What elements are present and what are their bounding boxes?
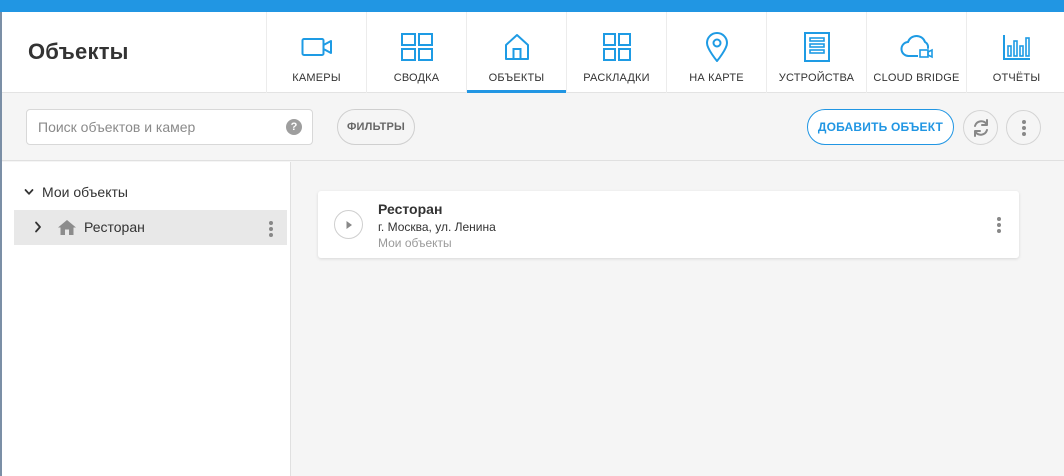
camera-icon xyxy=(300,30,334,64)
nav-summary[interactable]: СВОДКА xyxy=(366,12,466,93)
device-rack-icon xyxy=(800,30,834,64)
cloud-bridge-icon xyxy=(900,30,934,64)
search-input[interactable] xyxy=(27,110,272,144)
refresh-button[interactable] xyxy=(963,110,998,145)
nav-layouts[interactable]: РАСКЛАДКИ xyxy=(566,12,666,93)
tree-root-my-objects[interactable]: Мои объекты xyxy=(24,183,128,201)
play-button[interactable] xyxy=(334,210,363,239)
kebab-menu-icon xyxy=(1021,118,1026,138)
nav-label: КАМЕРЫ xyxy=(292,72,341,84)
more-options-button[interactable] xyxy=(1006,110,1041,145)
nav-cloud-bridge[interactable]: CLOUD BRIDGE xyxy=(866,12,966,93)
object-name: Ресторан xyxy=(378,201,443,217)
nav-cameras[interactable]: КАМЕРЫ xyxy=(266,12,366,93)
tree-root-label: Мои объекты xyxy=(42,184,128,200)
chevron-down-icon xyxy=(24,189,34,195)
nav-reports[interactable]: ОТЧЁТЫ xyxy=(966,12,1064,93)
top-accent-bar xyxy=(0,0,1064,12)
add-object-button[interactable]: ДОБАВИТЬ ОБЪЕКТ xyxy=(807,109,954,145)
nav-label: ОБЪЕКТЫ xyxy=(488,72,545,84)
object-menu-icon[interactable] xyxy=(997,215,1001,235)
nav-label: ОТЧЁТЫ xyxy=(992,72,1041,84)
object-card[interactable]: Ресторан г. Москва, ул. Ленина Мои объек… xyxy=(318,191,1019,258)
tree-item-menu-icon[interactable] xyxy=(269,219,273,239)
help-icon[interactable]: ? xyxy=(286,119,302,135)
page-title: Объекты xyxy=(28,39,129,64)
home-icon xyxy=(58,220,76,235)
nav-label: СВОДКА xyxy=(393,72,440,84)
objects-tree-sidebar: Мои объекты Ресторан xyxy=(2,162,291,476)
play-icon xyxy=(346,220,352,229)
chevron-right-icon xyxy=(35,221,41,233)
refresh-icon xyxy=(973,118,988,137)
nav-objects[interactable]: ОБЪЕКТЫ xyxy=(466,12,566,93)
tree-item-label: Ресторан xyxy=(84,219,145,235)
summary-grid-icon xyxy=(400,30,434,64)
nav-devices[interactable]: УСТРОЙСТВА xyxy=(766,12,866,93)
layouts-grid-icon xyxy=(600,30,634,64)
app-header: Объекты КАМЕРЫ СВОДКА ОБЪЕКТЫ РАСКЛАДКИ xyxy=(2,12,1064,93)
search-box: ? xyxy=(26,109,313,145)
main-nav: КАМЕРЫ СВОДКА ОБЪЕКТЫ РАСКЛАДКИ НА КАРТЕ xyxy=(266,12,1064,93)
map-pin-icon xyxy=(700,30,734,64)
nav-label: РАСКЛАДКИ xyxy=(583,72,650,84)
object-group: Мои объекты xyxy=(378,236,452,250)
tree-item-restaurant[interactable]: Ресторан xyxy=(14,210,287,245)
house-icon xyxy=(500,30,534,64)
nav-label: CLOUD BRIDGE xyxy=(873,72,960,84)
object-address: г. Москва, ул. Ленина xyxy=(378,220,496,234)
filters-button[interactable]: ФИЛЬТРЫ xyxy=(337,109,415,145)
nav-label: НА КАРТЕ xyxy=(689,72,744,84)
nav-label: УСТРОЙСТВА xyxy=(778,72,855,84)
reports-bars-icon xyxy=(1000,30,1034,64)
toolbar: ? ФИЛЬТРЫ ДОБАВИТЬ ОБЪЕКТ xyxy=(2,93,1064,161)
nav-map[interactable]: НА КАРТЕ xyxy=(666,12,766,93)
